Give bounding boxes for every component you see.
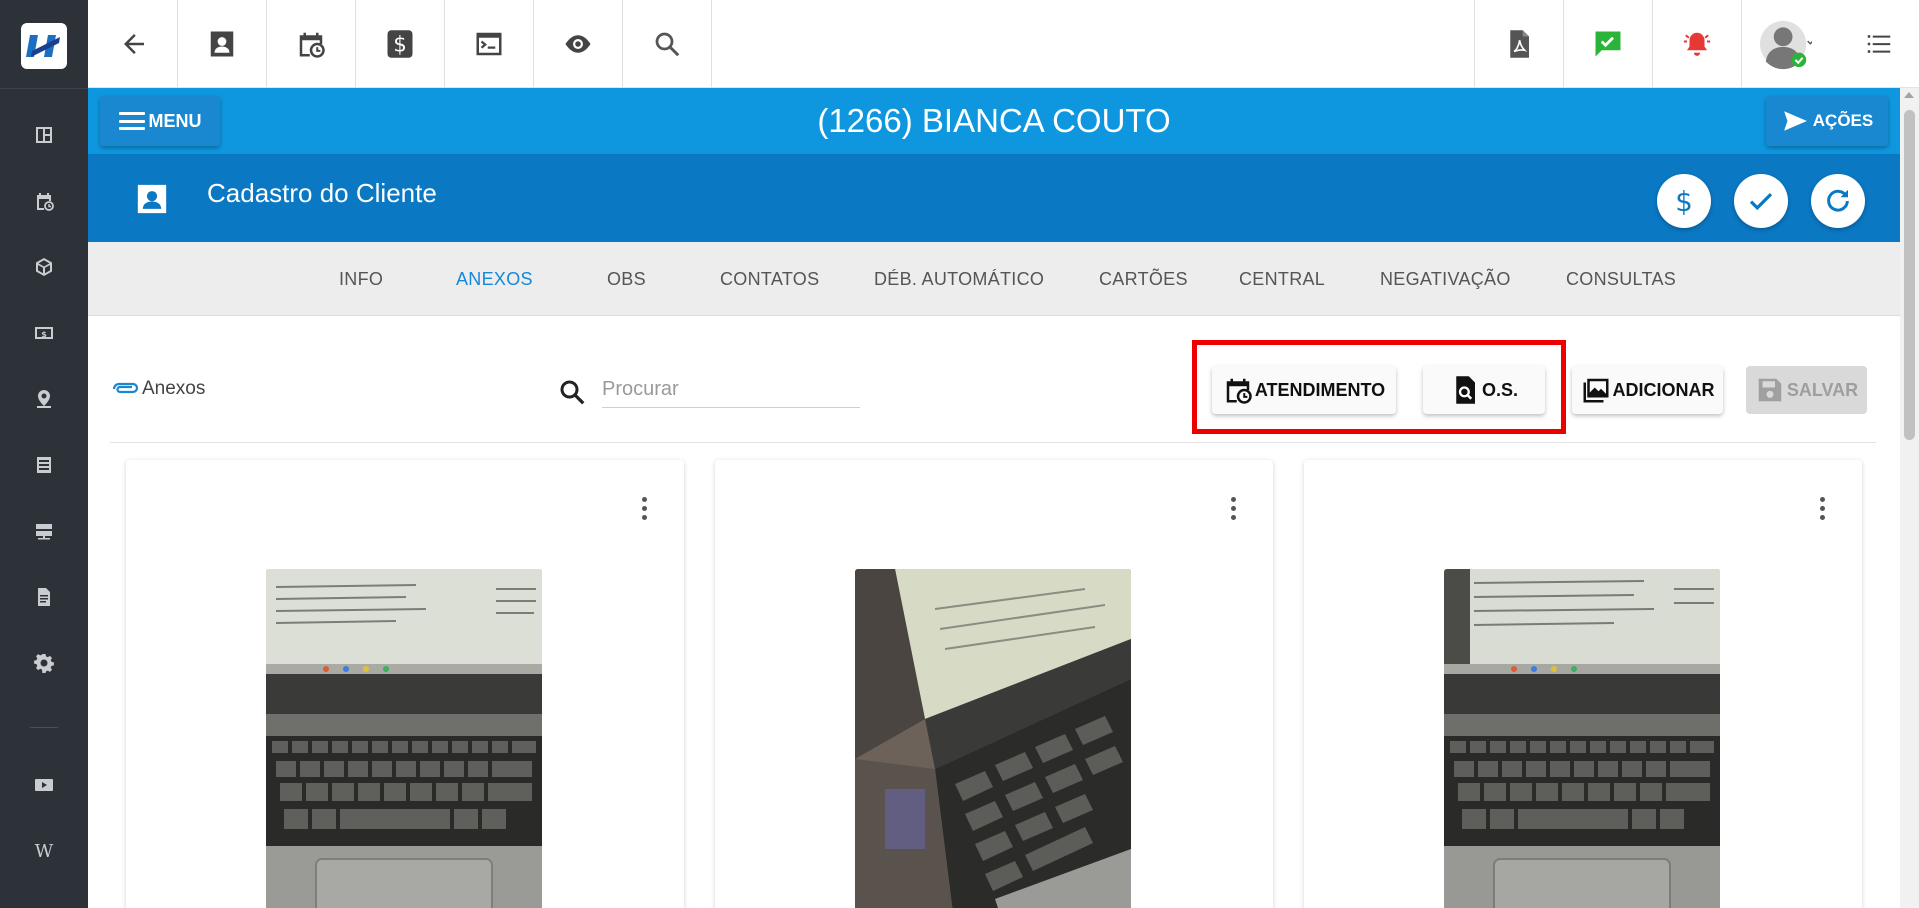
sidebar-divider	[0, 88, 88, 89]
wiki-icon[interactable]: W	[30, 837, 58, 865]
confirm-button[interactable]	[1734, 174, 1788, 228]
os-button-label: O.S.	[1481, 379, 1518, 400]
contact-card-icon	[137, 184, 167, 214]
anexos-section-label: Anexos	[110, 378, 205, 400]
adicionar-button-label: ADICIONAR	[1612, 379, 1715, 400]
send-icon	[1783, 111, 1807, 131]
atendimento-button-label: ATENDIMENTO	[1254, 379, 1386, 400]
list-icon[interactable]	[30, 451, 58, 479]
section-header: Cadastro do Cliente $	[88, 154, 1900, 242]
svg-text:$: $	[41, 330, 47, 339]
paperclip-icon	[112, 382, 139, 394]
gear-icon[interactable]	[30, 649, 58, 677]
map-pin-icon[interactable]	[30, 385, 58, 413]
toolbar-divider-line	[110, 442, 1876, 443]
atendimento-button[interactable]: ATENDIMENTO	[1212, 366, 1396, 414]
dashboard-icon[interactable]	[30, 121, 58, 149]
document-icon[interactable]	[30, 583, 58, 611]
add-photo-icon	[1583, 378, 1608, 403]
menu-button-label: MENU	[148, 110, 202, 131]
dollar-icon: $	[1675, 186, 1693, 216]
search-input[interactable]	[602, 372, 860, 408]
alarm-bell-icon[interactable]	[1653, 0, 1741, 88]
laptop-photo	[855, 569, 1131, 908]
salvar-button[interactable]: SALVAR	[1746, 366, 1867, 414]
tab-negativacao[interactable]: NEGATIVAÇÃO	[1380, 242, 1511, 316]
tab-debito-automatico[interactable]: DÉB. AUTOMÁTICO	[874, 242, 1044, 316]
list-menu-icon[interactable]	[1839, 0, 1919, 88]
client-title-bar: (1266) BIANCA COUTO MENU AÇÕES	[88, 88, 1900, 154]
search-icon[interactable]	[623, 0, 711, 88]
eye-icon[interactable]	[534, 0, 622, 88]
left-sidebar: $ W	[0, 0, 88, 908]
logo-icon	[26, 35, 60, 57]
more-options-icon[interactable]	[1223, 488, 1243, 528]
youtube-icon[interactable]	[30, 771, 58, 799]
page-scrollbar[interactable]	[1900, 88, 1919, 908]
anexos-label-text: Anexos	[142, 378, 206, 399]
more-options-icon[interactable]	[1812, 488, 1832, 528]
salvar-button-label: SALVAR	[1786, 379, 1859, 400]
svg-text:$: $	[1675, 186, 1693, 216]
attachment-card	[1304, 460, 1862, 908]
client-name-title: (1266) BIANCA COUTO	[817, 102, 1171, 139]
attachment-card	[715, 460, 1273, 908]
acoes-button-label: AÇÕES	[1812, 111, 1874, 130]
refresh-icon	[1827, 189, 1849, 212]
document-search-icon	[1456, 376, 1475, 404]
top-toolbar: $	[88, 0, 1919, 88]
toolbar-divider	[1741, 0, 1742, 88]
hamburger-icon	[118, 112, 145, 130]
sidebar-divider	[30, 727, 58, 728]
save-icon	[1758, 378, 1782, 402]
contact-card-icon[interactable]	[178, 0, 266, 88]
menu-button[interactable]: MENU	[100, 96, 220, 146]
attachment-thumbnail[interactable]	[1444, 569, 1720, 908]
calendar-clock-icon[interactable]	[30, 187, 58, 215]
toolbar-divider	[711, 0, 712, 88]
refresh-button[interactable]	[1811, 174, 1865, 228]
search-icon	[560, 380, 585, 405]
laptop-photo	[266, 569, 542, 908]
tab-cartoes[interactable]: CARTÕES	[1099, 242, 1188, 316]
app-logo[interactable]	[21, 23, 67, 69]
acoes-button[interactable]: AÇÕES	[1766, 96, 1888, 146]
attachment-card	[126, 460, 684, 908]
attachment-thumbnail[interactable]	[266, 569, 542, 908]
tab-info[interactable]: INFO	[339, 242, 383, 316]
calendar-clock-icon	[1226, 378, 1252, 404]
os-button[interactable]: O.S.	[1423, 366, 1545, 414]
dollar-icon[interactable]: $	[356, 0, 444, 88]
svg-text:$: $	[393, 33, 407, 58]
cube-icon[interactable]	[30, 253, 58, 281]
app-root: $ W $ (1266) BIANCA COUTO MENU AÇÕES Cad…	[0, 0, 1919, 908]
server-icon[interactable]	[30, 517, 58, 545]
tab-obs[interactable]: OBS	[607, 242, 646, 316]
section-title: Cadastro do Cliente	[207, 178, 437, 208]
pdf-icon[interactable]	[1475, 0, 1563, 88]
money-icon[interactable]: $	[30, 319, 58, 347]
tab-central[interactable]: CENTRAL	[1239, 242, 1325, 316]
tab-anexos[interactable]: ANEXOS	[456, 242, 533, 316]
financial-button[interactable]: $	[1657, 174, 1711, 228]
user-avatar-icon[interactable]	[1748, 0, 1824, 88]
adicionar-button[interactable]: ADICIONAR	[1572, 366, 1723, 414]
chat-check-icon[interactable]	[1564, 0, 1652, 88]
scroll-up-arrow-icon[interactable]	[1904, 92, 1914, 98]
calendar-clock-icon[interactable]	[267, 0, 355, 88]
back-arrow-icon[interactable]	[100, 0, 168, 88]
attachment-thumbnail[interactable]	[855, 569, 1131, 908]
terminal-icon[interactable]	[445, 0, 533, 88]
tab-bar: INFO ANEXOS OBS CONTATOS DÉB. AUTOMÁTICO…	[88, 242, 1900, 316]
check-icon	[1749, 192, 1773, 211]
tab-contatos[interactable]: CONTATOS	[720, 242, 819, 316]
laptop-photo	[1444, 569, 1720, 908]
scrollbar-thumb[interactable]	[1904, 110, 1915, 440]
tab-consultas[interactable]: CONSULTAS	[1566, 242, 1676, 316]
more-options-icon[interactable]	[634, 488, 654, 528]
